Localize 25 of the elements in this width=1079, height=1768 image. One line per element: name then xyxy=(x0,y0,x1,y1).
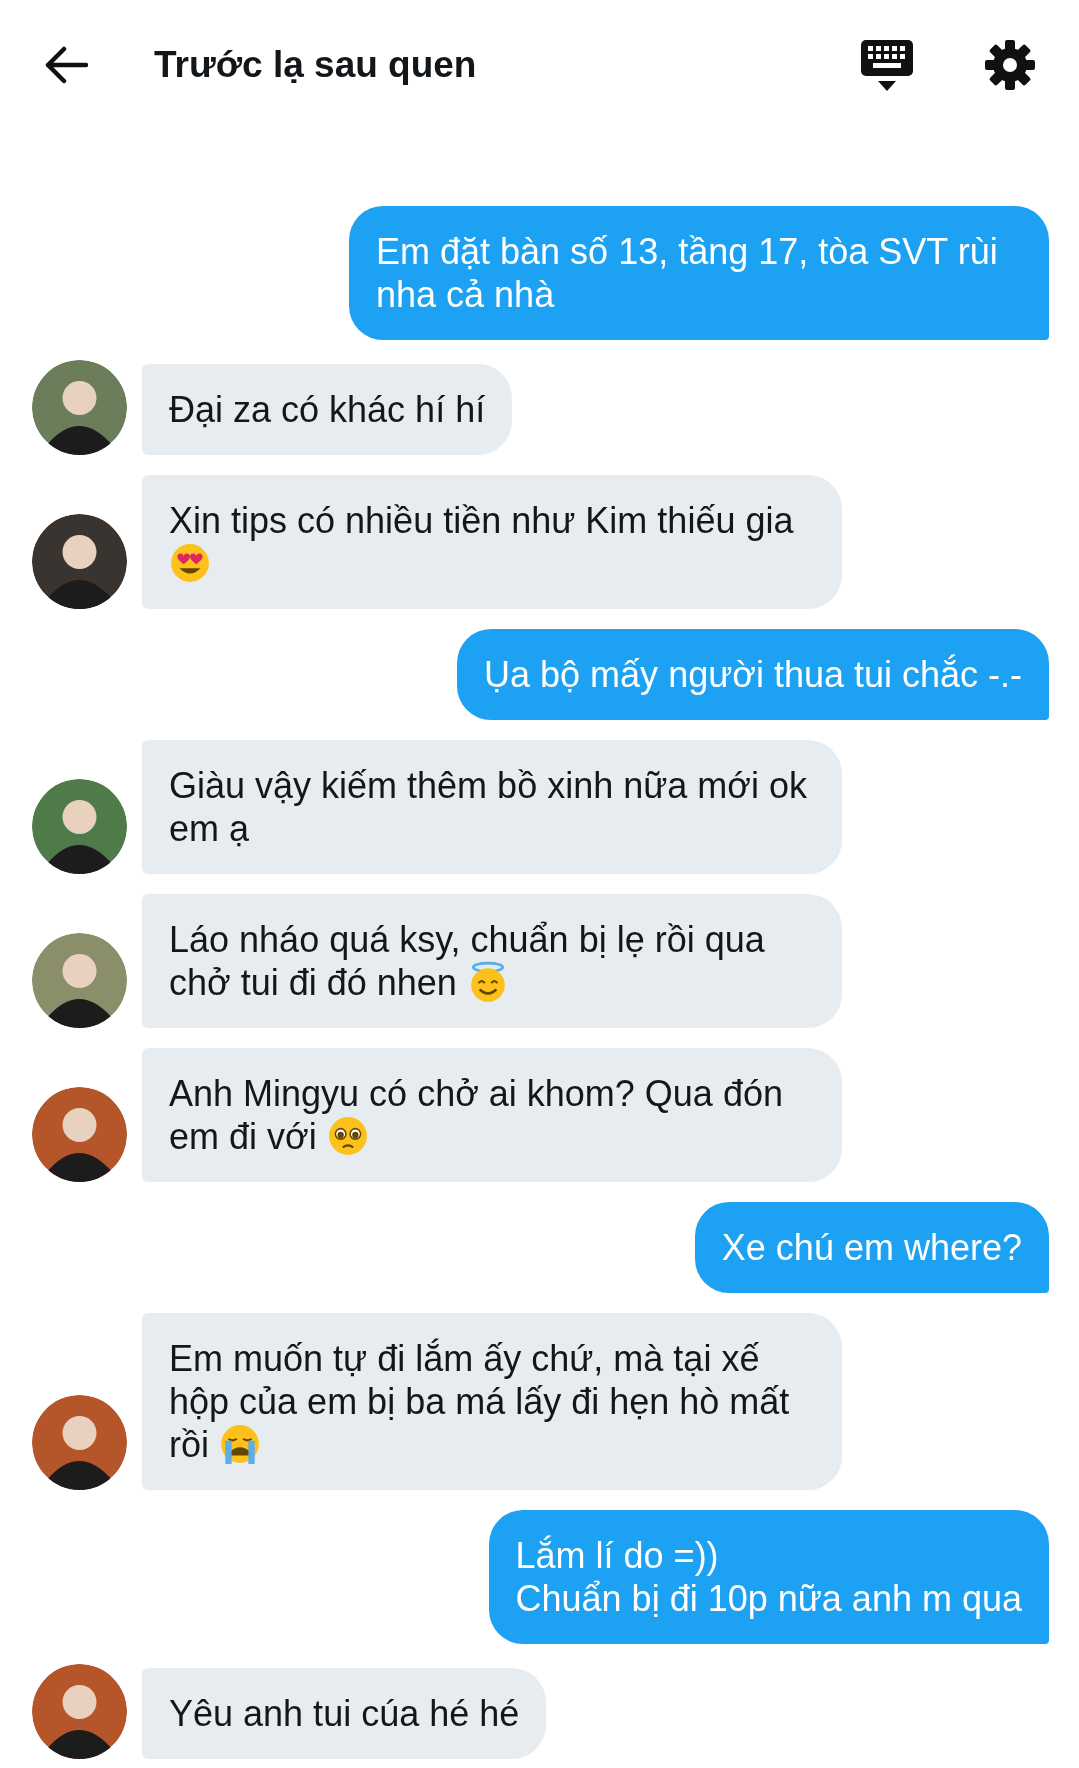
heart-eyes-emoji-icon xyxy=(169,542,211,584)
avatar[interactable] xyxy=(32,360,127,455)
sent-message: Lắm lí do =)) Chuẩn bị đi 10p nữa anh m qua xyxy=(488,1510,1049,1644)
avatar[interactable] xyxy=(32,1664,127,1759)
back-icon[interactable] xyxy=(44,46,88,84)
received-message: Yêu anh tui cúa hé hé xyxy=(142,1668,547,1759)
sent-message: Xe chú em where? xyxy=(694,1202,1049,1293)
received-message: Đại za có khác hí hí xyxy=(142,364,513,455)
sent-message: Ụa bộ mấy người thua tui chắc -.- xyxy=(457,629,1049,720)
received-message: Giàu vậy kiếm thêm bồ xinh nữa mới ok em ạ xyxy=(142,740,842,874)
received-message: Xin tips có nhiều tiền như Kim thiếu gia xyxy=(142,475,842,609)
avatar[interactable] xyxy=(32,514,127,609)
avatar[interactable] xyxy=(32,1395,127,1490)
received-message: Láo nháo quá ksy, chuẩn bị lẹ rồi qua chở tui đi đó nhen xyxy=(142,894,842,1028)
avatar[interactable] xyxy=(32,779,127,874)
avatar[interactable] xyxy=(32,1087,127,1182)
avatar[interactable] xyxy=(32,933,127,1028)
keyboard-icon[interactable] xyxy=(859,38,915,92)
received-message: Em muốn tự đi lắm ấy chứ, mà tại xế hộp của em bị ba má lấy đi hẹn hò mất rồi xyxy=(142,1313,842,1490)
pleading-face-emoji-icon xyxy=(326,1115,369,1157)
settings-icon[interactable] xyxy=(985,40,1035,90)
chat-title: Trước lạ sau quen xyxy=(154,43,477,88)
crying-face-emoji-icon xyxy=(219,1423,262,1465)
received-message: Anh Mingyu có chở ai khom? Qua đón em đi với xyxy=(142,1048,842,1182)
sent-message: Em đặt bàn số 13, tầng 17, tòa SVT rùi nha cả nhà xyxy=(349,206,1049,340)
